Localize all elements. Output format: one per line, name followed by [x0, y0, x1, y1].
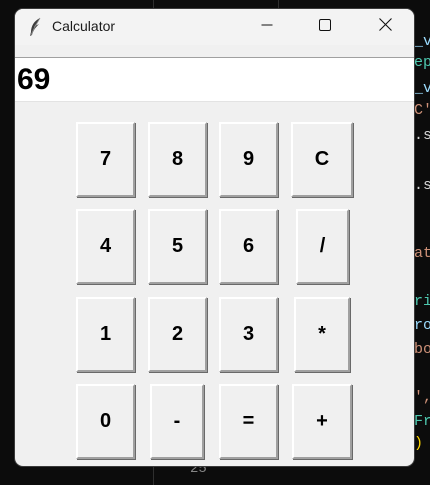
code-fragment: .s: [414, 127, 430, 144]
add-button[interactable]: +: [292, 384, 352, 459]
minimize-icon: [261, 18, 273, 36]
maximize-button[interactable]: [302, 9, 348, 45]
title-bar[interactable]: Calculator: [15, 9, 414, 45]
digit-0-button[interactable]: 0: [76, 384, 135, 459]
code-fragment: ): [414, 435, 424, 452]
digit-4-button[interactable]: 4: [76, 209, 135, 284]
code-fragment: .s: [414, 177, 430, 194]
code-fragment: _v: [414, 33, 430, 50]
calculator-window: Calculator 69 7 8 9 C 4 5 6/ 1 2 3 * 0- = +: [15, 9, 414, 466]
code-fragment: ri: [414, 293, 430, 310]
digit-7-button[interactable]: 7: [76, 122, 135, 197]
clear-button[interactable]: C: [291, 122, 353, 197]
multiply-button[interactable]: *: [294, 297, 350, 372]
digit-8-button[interactable]: 8: [148, 122, 207, 197]
equals-button[interactable]: =: [219, 384, 278, 459]
code-fragment: ro: [414, 317, 430, 334]
code-fragment: Fr: [414, 413, 430, 430]
divide-button[interactable]: /: [296, 209, 349, 284]
code-fragment: C': [414, 102, 430, 119]
window-title: Calculator: [52, 18, 116, 34]
digit-2-button[interactable]: 2: [148, 297, 207, 372]
code-fragment: _v: [414, 80, 430, 97]
code-fragment: bo: [414, 341, 430, 358]
display-value: 69: [17, 63, 51, 96]
close-button[interactable]: [362, 9, 408, 45]
digit-6-button[interactable]: 6: [219, 209, 278, 284]
digit-1-button[interactable]: 1: [76, 297, 135, 372]
digit-3-button[interactable]: 3: [219, 297, 278, 372]
digit-9-button[interactable]: 9: [219, 122, 278, 197]
subtract-button[interactable]: -: [150, 384, 204, 459]
feather-icon: [27, 17, 43, 37]
code-fragment: ',: [414, 389, 430, 406]
display-field[interactable]: 69: [15, 57, 414, 102]
code-fragment: at: [414, 245, 430, 262]
code-fragment: ep: [414, 54, 430, 71]
digit-5-button[interactable]: 5: [148, 209, 207, 284]
minimize-button[interactable]: [244, 9, 290, 45]
maximize-icon: [319, 18, 331, 36]
close-icon: [378, 18, 392, 36]
